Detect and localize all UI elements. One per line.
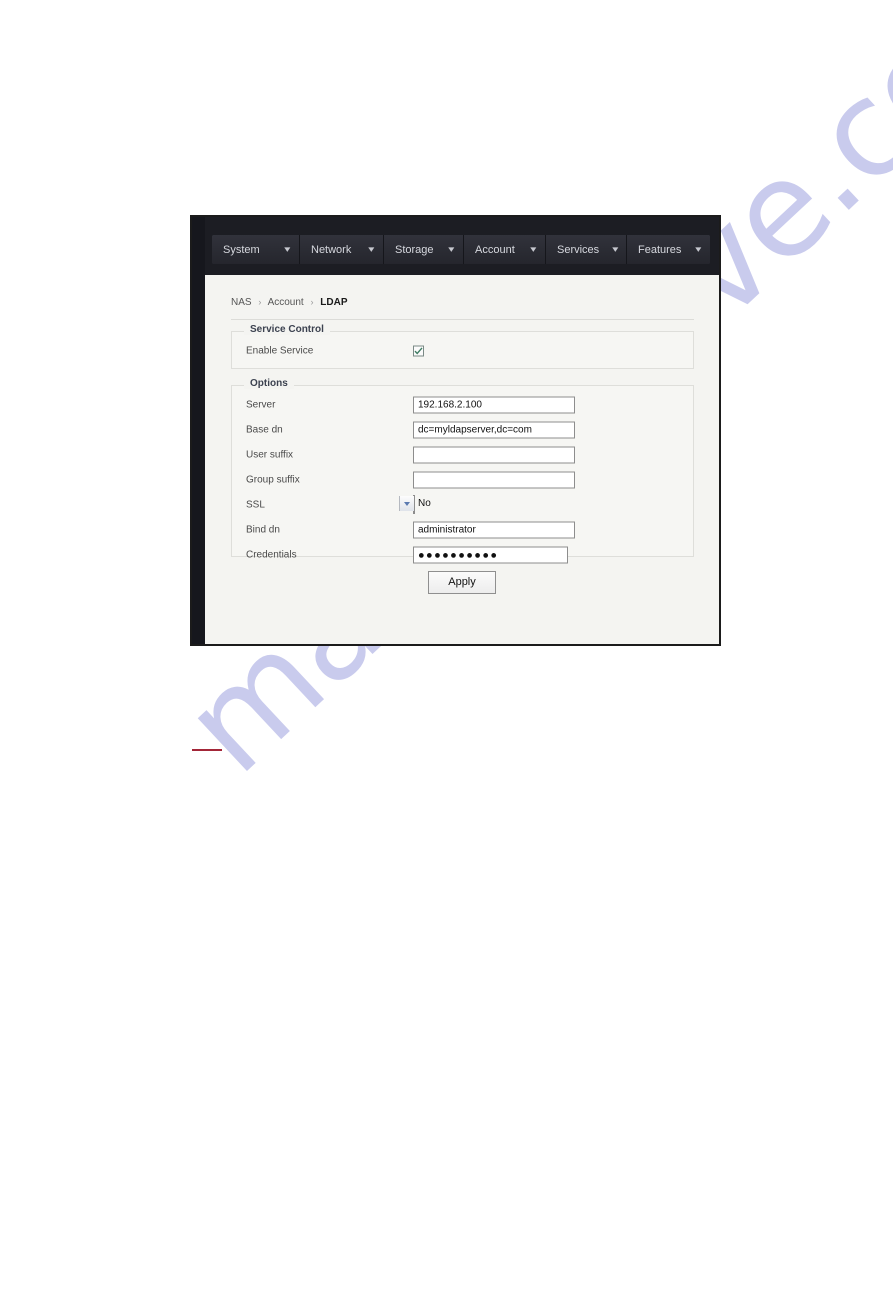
credentials-label: Credentials (246, 549, 297, 560)
menu-tab-label: System (223, 243, 260, 256)
credentials-input[interactable]: ●●●●●●●●●● (413, 546, 568, 563)
chevron-down-icon: ▾ (695, 244, 702, 254)
breadcrumb-divider (231, 319, 694, 320)
main-menu-bar: System ▾ Network ▾ Storage ▾ Account ▾ S… (212, 235, 710, 264)
user-suffix-label: User suffix (246, 449, 294, 460)
apply-button[interactable]: Apply (428, 571, 496, 594)
group-suffix-control (413, 471, 575, 488)
breadcrumb: NAS › Account › LDAP (231, 297, 348, 308)
base-dn-input[interactable]: dc=myldapserver,dc=com (413, 421, 575, 438)
service-control-fieldset: Service Control Enable Service (231, 324, 694, 369)
row-base-dn: Base dn dc=myldapserver,dc=com (232, 417, 693, 442)
row-group-suffix: Group suffix (232, 467, 693, 492)
row-ssl: SSL No (232, 492, 693, 517)
content-page-inner: NAS › Account › LDAP Service Control Ena… (205, 275, 719, 644)
menu-tab-storage[interactable]: Storage ▾ (384, 235, 464, 264)
breadcrumb-separator: › (258, 297, 262, 307)
group-suffix-label: Group suffix (246, 474, 300, 485)
red-horizontal-rule (192, 749, 222, 751)
base-dn-label: Base dn (246, 424, 283, 435)
credentials-control: ●●●●●●●●●● (413, 546, 568, 563)
menu-tab-features[interactable]: Features ▾ (627, 235, 710, 264)
user-suffix-control (413, 446, 575, 463)
chevron-down-icon: ▾ (284, 244, 291, 254)
options-fieldset: Options Server 192.168.2.100 Base dn dc=… (231, 378, 694, 563)
base-dn-control: dc=myldapserver,dc=com (413, 421, 575, 438)
server-label: Server (246, 399, 276, 410)
chevron-down-icon: ▾ (448, 244, 455, 254)
menu-tab-label: Storage (395, 243, 434, 256)
dark-side-rail (192, 217, 205, 644)
server-control: 192.168.2.100 (413, 396, 575, 413)
group-suffix-input[interactable] (413, 471, 575, 488)
bind-dn-input[interactable]: administrator (413, 521, 575, 538)
row-user-suffix: User suffix (232, 442, 693, 467)
enable-service-control (413, 345, 424, 356)
chevron-down-icon (399, 495, 414, 511)
bind-dn-control: administrator (413, 521, 575, 538)
row-enable-service: Enable Service (232, 338, 693, 363)
ssl-label: SSL (246, 499, 265, 510)
ssl-select[interactable]: No (399, 494, 431, 514)
enable-service-checkbox[interactable] (413, 345, 424, 356)
ssl-control: No (399, 494, 431, 514)
menu-tab-label: Account (475, 243, 515, 256)
row-server: Server 192.168.2.100 (232, 392, 693, 417)
options-legend: Options (244, 378, 294, 389)
page-watermark: manualshive.com (0, 0, 893, 1301)
user-suffix-input[interactable] (413, 446, 575, 463)
content-page: NAS › Account › LDAP Service Control Ena… (205, 275, 719, 644)
breadcrumb-current: LDAP (320, 297, 348, 308)
breadcrumb-section[interactable]: Account (268, 297, 304, 308)
breadcrumb-root[interactable]: NAS (231, 297, 252, 308)
chevron-down-icon: ▾ (612, 244, 619, 254)
chevron-down-icon: ▾ (530, 244, 537, 254)
menu-tab-network[interactable]: Network ▾ (300, 235, 384, 264)
bind-dn-label: Bind dn (246, 524, 280, 535)
service-control-legend: Service Control (244, 324, 330, 335)
menu-tab-label: Features (638, 243, 682, 256)
row-credentials: Credentials ●●●●●●●●●● (232, 542, 693, 567)
menu-tab-label: Services (557, 243, 600, 256)
ssl-selected-value: No (418, 497, 431, 509)
top-navigation-bar: System ▾ Network ▾ Storage ▾ Account ▾ S… (205, 217, 719, 275)
screenshot-frame: System ▾ Network ▾ Storage ▾ Account ▾ S… (190, 215, 721, 646)
chevron-down-icon: ▾ (368, 244, 375, 254)
apply-button-row: Apply (205, 571, 719, 594)
server-input[interactable]: 192.168.2.100 (413, 396, 575, 413)
menu-tab-label: Network (311, 243, 352, 256)
menu-tab-system[interactable]: System ▾ (212, 235, 300, 264)
checkmark-icon (414, 346, 423, 355)
menu-tab-account[interactable]: Account ▾ (464, 235, 546, 264)
breadcrumb-separator: › (310, 297, 314, 307)
enable-service-label: Enable Service (246, 345, 314, 356)
row-bind-dn: Bind dn administrator (232, 517, 693, 542)
menu-tab-services[interactable]: Services ▾ (546, 235, 627, 264)
